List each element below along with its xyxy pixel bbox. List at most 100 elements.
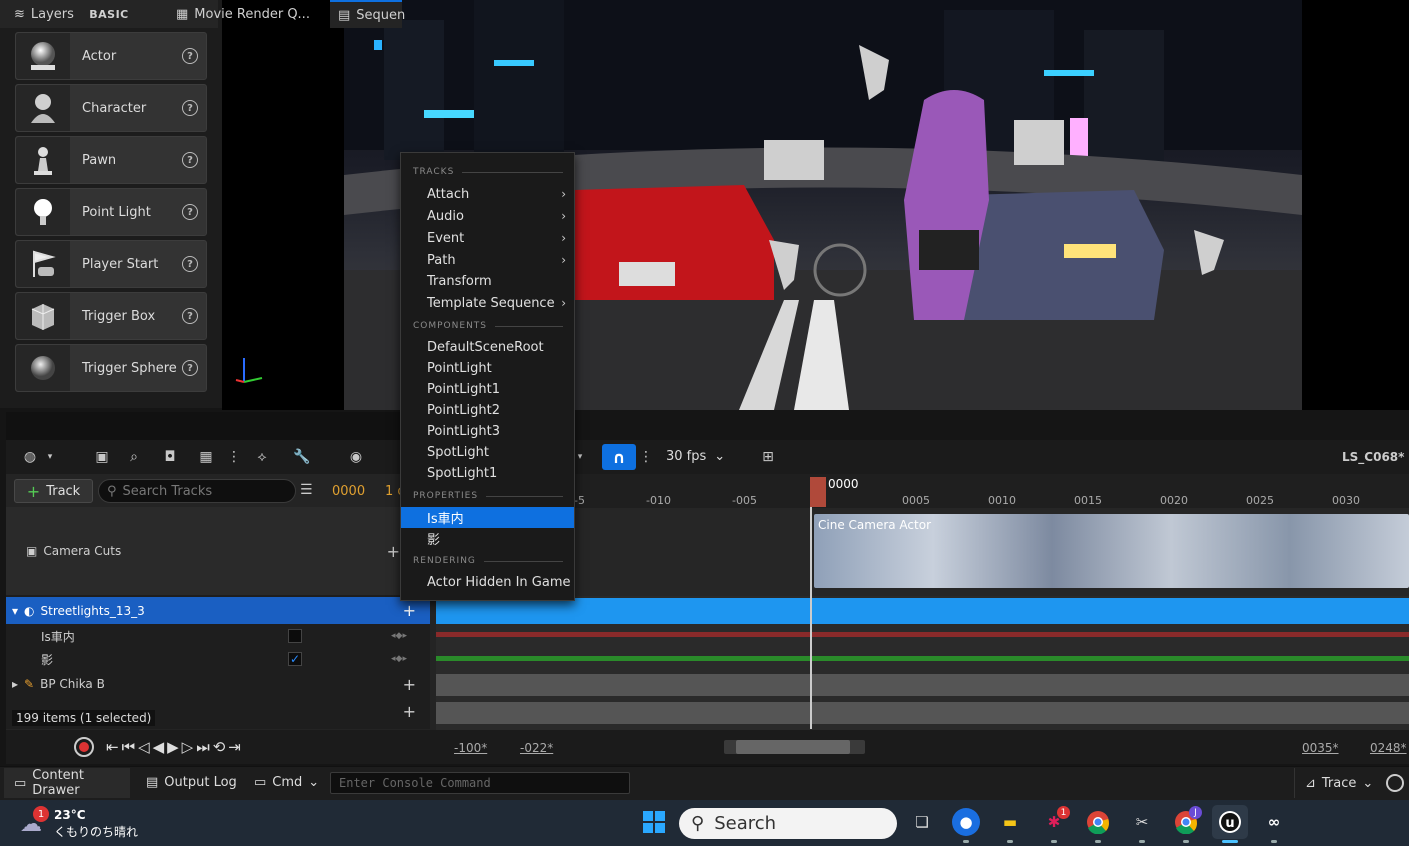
- plus-icon[interactable]: +: [387, 542, 400, 561]
- output-log-button[interactable]: ▤ Output Log: [146, 775, 237, 790]
- wrench-icon[interactable]: 🔧: [292, 448, 312, 466]
- place-item-pawn[interactable]: Pawn ?: [15, 136, 207, 184]
- meta-icon[interactable]: ∞: [1260, 808, 1288, 836]
- menu-item-component[interactable]: PointLight: [401, 358, 574, 379]
- derived-data-icon[interactable]: [1386, 774, 1404, 792]
- property-checkbox[interactable]: [288, 629, 302, 643]
- help-icon[interactable]: ?: [182, 360, 198, 376]
- place-item-actor[interactable]: Actor ?: [15, 32, 207, 80]
- axis-gizmo-icon: [235, 358, 263, 383]
- chrome-icon[interactable]: [1084, 808, 1112, 836]
- snap-options-icon[interactable]: ⋮: [636, 448, 656, 466]
- place-item-point-light[interactable]: Point Light ?: [15, 188, 207, 236]
- world-icon[interactable]: ◍: [20, 448, 40, 466]
- windows-start-icon[interactable]: [640, 808, 668, 836]
- keyframe-nav-icon[interactable]: ◂◆▸: [391, 654, 407, 664]
- keyframe-nav-icon[interactable]: ◂◆▸: [391, 631, 407, 641]
- help-icon[interactable]: ?: [182, 204, 198, 220]
- cmd-selector[interactable]: ▭ Cmd ⌄: [254, 775, 319, 790]
- track-row-camera-cuts[interactable]: ▣ Camera Cuts +: [6, 507, 430, 595]
- help-icon[interactable]: ?: [182, 100, 198, 116]
- property-lane-red[interactable]: [436, 632, 1409, 637]
- bp-chika-lane[interactable]: [436, 674, 1409, 696]
- place-item-player-start[interactable]: Player Start ?: [15, 240, 207, 288]
- menu-item-component[interactable]: DefaultSceneRoot: [401, 337, 574, 358]
- menu-item-component[interactable]: PointLight3: [401, 421, 574, 442]
- record-button[interactable]: [74, 737, 94, 757]
- track-row-bp-chika[interactable]: ▸ ✎ BP Chika B +: [6, 672, 430, 696]
- menu-item-audio[interactable]: Audio ›: [401, 206, 574, 227]
- chevron-down-icon[interactable]: ▾: [40, 448, 60, 466]
- snap-magnet-icon[interactable]: ∩: [602, 444, 636, 470]
- menu-item-attach[interactable]: Attach ›: [401, 184, 574, 205]
- task-view-icon[interactable]: ❏: [908, 808, 936, 836]
- playback-range-start[interactable]: -022*: [520, 741, 553, 755]
- plus-icon[interactable]: +: [403, 702, 416, 721]
- help-icon[interactable]: ?: [182, 48, 198, 64]
- plus-icon[interactable]: +: [403, 675, 416, 694]
- help-icon[interactable]: ?: [182, 308, 198, 324]
- taskbar-search[interactable]: ⚲ Search: [679, 808, 897, 839]
- streetlights-lane[interactable]: [436, 598, 1409, 624]
- current-frame-field[interactable]: 0000: [332, 484, 365, 499]
- view-range-start[interactable]: -100*: [454, 741, 487, 755]
- snipping-tool-icon[interactable]: ✂: [1128, 808, 1156, 836]
- weather-temp[interactable]: 23°C: [54, 808, 86, 822]
- menu-item-property-highlighted[interactable]: Is車内: [401, 507, 574, 528]
- add-track-button[interactable]: + Track: [14, 479, 93, 503]
- console-command-input[interactable]: Enter Console Command: [330, 772, 630, 794]
- menu-item-component[interactable]: PointLight1: [401, 379, 574, 400]
- eye-icon[interactable]: ◉: [346, 448, 366, 466]
- expand-arrow-icon[interactable]: ▸: [12, 677, 18, 691]
- help-icon[interactable]: ?: [182, 256, 198, 272]
- filter-icon[interactable]: ☰: [300, 482, 313, 498]
- search-tracks-input[interactable]: ⚲ Search Tracks: [98, 479, 296, 503]
- find-asset-icon[interactable]: ⌕: [124, 448, 144, 466]
- playhead-handle[interactable]: [810, 477, 826, 507]
- menu-item-component[interactable]: SpotLight1: [401, 463, 574, 484]
- menu-item-path[interactable]: Path ›: [401, 250, 574, 271]
- track-row-property[interactable]: Is車内 ◂◆▸: [6, 625, 430, 647]
- timeline-scrollbar[interactable]: [724, 740, 865, 754]
- fps-selector[interactable]: 30 fps ⌄: [666, 449, 725, 464]
- tab-layers[interactable]: ≋ Layers: [6, 0, 166, 28]
- tab-sequencer[interactable]: ▤ Sequen: [330, 0, 405, 28]
- plus-icon[interactable]: +: [403, 601, 416, 620]
- playback-range-icon[interactable]: ⊞: [758, 448, 778, 466]
- trace-button[interactable]: ⊿ Trace ⌄: [1294, 768, 1379, 798]
- menu-item-template-sequence[interactable]: Template Sequence ›: [401, 293, 574, 314]
- content-drawer-button[interactable]: ▭ Content Drawer: [4, 768, 130, 798]
- track-row-property[interactable]: 影 ✓ ◂◆▸: [6, 648, 430, 670]
- menu-item-component[interactable]: SpotLight: [401, 442, 574, 463]
- place-item-trigger-box[interactable]: Trigger Box ?: [15, 292, 207, 340]
- menu-item-actor-hidden[interactable]: Actor Hidden In Game: [401, 572, 574, 593]
- track-row-streetlights[interactable]: ▾ ◐ Streetlights_13_3 +: [6, 597, 430, 624]
- more-options-icon[interactable]: ⋮: [224, 448, 244, 466]
- curve-editor-icon[interactable]: ⟡: [252, 448, 272, 466]
- save-icon[interactable]: ▣: [92, 448, 112, 466]
- menu-item-event[interactable]: Event ›: [401, 228, 574, 249]
- tab-movie-render-queue[interactable]: ▦ Movie Render Q...: [168, 0, 328, 28]
- maps-pin-icon[interactable]: ●: [952, 808, 980, 836]
- place-item-trigger-sphere[interactable]: Trigger Sphere ?: [15, 344, 207, 392]
- track-label: 影: [41, 652, 54, 667]
- next-lane[interactable]: [436, 702, 1409, 724]
- menu-item-component[interactable]: PointLight2: [401, 400, 574, 421]
- unreal-engine-icon[interactable]: u: [1212, 805, 1248, 839]
- property-lane-green[interactable]: [436, 656, 1409, 661]
- menu-item-transform[interactable]: Transform: [401, 271, 574, 292]
- menu-label: SpotLight: [427, 445, 489, 460]
- file-explorer-icon[interactable]: ▬: [996, 808, 1024, 836]
- playback-controls-icon[interactable]: ⇤⏮◁◀▶▷⏭⟲⇥: [106, 738, 244, 756]
- scrollbar-thumb[interactable]: [736, 740, 850, 754]
- slack-badge: 1: [1057, 806, 1070, 819]
- playback-range-end[interactable]: 0035*: [1302, 741, 1339, 755]
- camera-icon[interactable]: ◘: [160, 448, 180, 466]
- place-item-character[interactable]: Character ?: [15, 84, 207, 132]
- view-range-end[interactable]: 0248*: [1370, 741, 1407, 755]
- render-movie-icon[interactable]: ▦: [196, 448, 216, 466]
- checkmark-icon[interactable]: ✓: [288, 652, 302, 666]
- help-icon[interactable]: ?: [182, 152, 198, 168]
- menu-item-property[interactable]: 影: [401, 528, 574, 549]
- collapse-arrow-icon[interactable]: ▾: [12, 604, 18, 618]
